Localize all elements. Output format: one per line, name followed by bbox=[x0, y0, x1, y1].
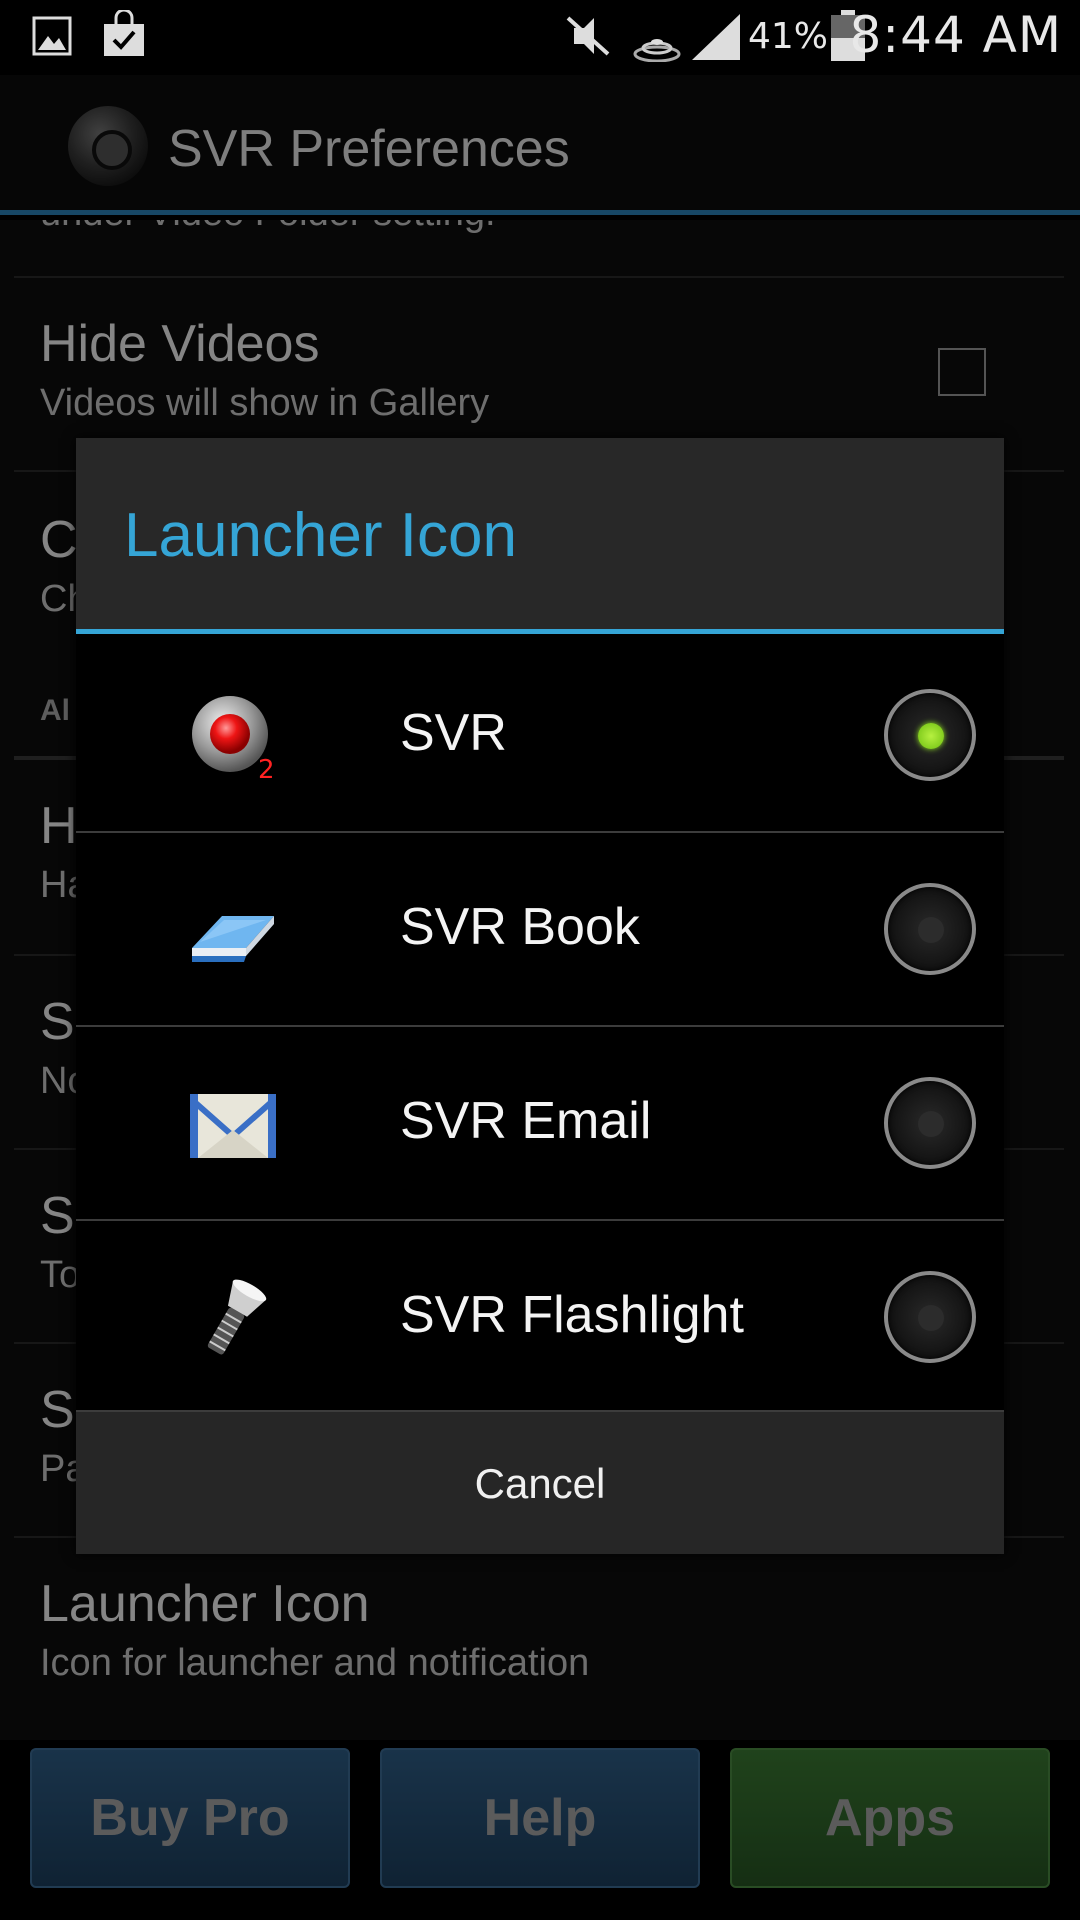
cancel-button[interactable]: Cancel bbox=[76, 1412, 1004, 1556]
option-svr-email[interactable]: SVR Email bbox=[76, 1027, 1004, 1221]
option-svr-flashlight[interactable]: SVR Flashlight bbox=[76, 1221, 1004, 1415]
option-svr-book[interactable]: SVR Book bbox=[76, 833, 1004, 1027]
option-label: SVR Flashlight bbox=[400, 1286, 744, 1344]
dialog-title: Launcher Icon bbox=[124, 501, 517, 570]
option-label: SVR Book bbox=[400, 898, 640, 956]
option-label: SVR Email bbox=[400, 1092, 652, 1150]
signal-icon bbox=[692, 14, 740, 60]
radio-button-selected[interactable] bbox=[884, 689, 976, 781]
dialog-header: Launcher Icon bbox=[76, 438, 1004, 634]
clock: 8:44 AM bbox=[849, 6, 1062, 64]
book-icon bbox=[192, 916, 274, 962]
shopping-bag-icon bbox=[104, 10, 144, 56]
svg-text:2: 2 bbox=[258, 755, 275, 782]
flashlight-icon bbox=[207, 1279, 267, 1355]
option-svr[interactable]: 2 SVR bbox=[76, 639, 1004, 833]
status-bar: 41% 8:44 AM bbox=[0, 0, 1080, 75]
radio-button[interactable] bbox=[884, 1271, 976, 1363]
radio-button[interactable] bbox=[884, 883, 976, 975]
radio-button[interactable] bbox=[884, 1077, 976, 1169]
launcher-icon-dialog: Launcher Icon 2 SVR SVR Book SVR Email S… bbox=[76, 438, 1004, 1554]
mute-icon bbox=[566, 16, 610, 56]
wifi-icon bbox=[633, 39, 681, 62]
record-icon: 2 bbox=[192, 696, 275, 782]
gallery-icon bbox=[32, 16, 72, 56]
option-label: SVR bbox=[400, 704, 507, 762]
battery-percent: 41% bbox=[748, 16, 829, 57]
dialog-footer: Cancel bbox=[76, 1410, 1004, 1554]
email-icon bbox=[190, 1094, 276, 1158]
